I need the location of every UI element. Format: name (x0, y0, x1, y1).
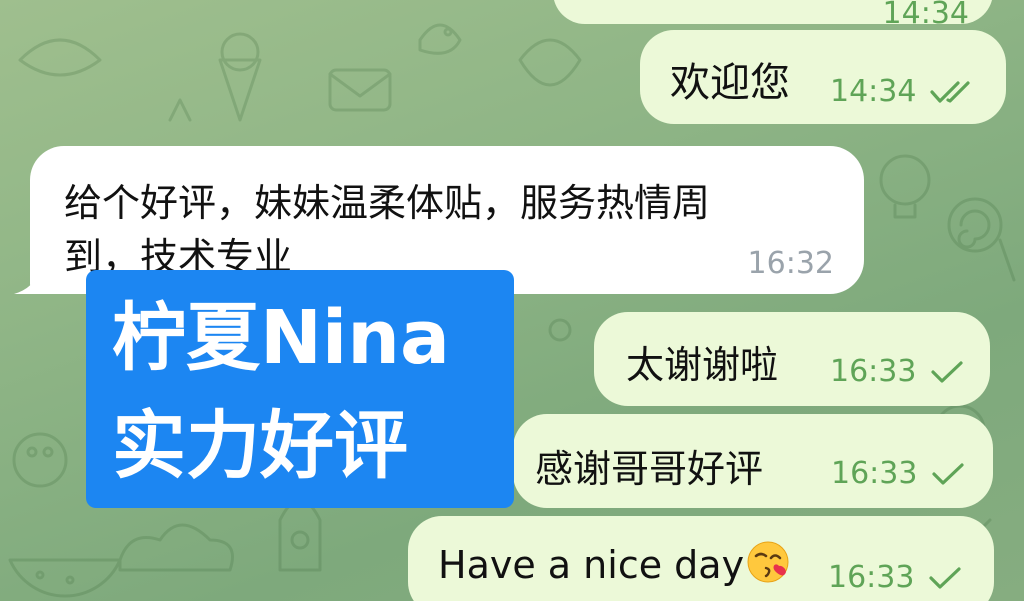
message-meta: 16:33 (831, 456, 965, 491)
message-meta: 14:34 (883, 0, 969, 31)
message-bubble-outgoing[interactable]: 欢迎您 14:34 (640, 30, 1006, 124)
message-text: 感谢哥哥好评 (535, 447, 764, 491)
check-icon (931, 462, 965, 486)
watermelon-icon (8, 558, 122, 598)
message-bubble-outgoing[interactable]: Have a nice day 16:33 (408, 516, 994, 601)
ice-cream-icon (218, 32, 262, 122)
promo-overlay-label: 柠夏Nina 实力好评 (86, 270, 514, 508)
message-bubble-outgoing[interactable]: 太谢谢啦 16:33 (594, 312, 990, 406)
message-meta: 16:32 (748, 246, 834, 281)
lightbulb-icon (879, 154, 931, 219)
message-meta: 14:34 (830, 74, 974, 109)
cloud-icon (118, 523, 234, 572)
message-meta: 16:33 (830, 354, 964, 389)
message-text-line: 给个好评，妹妹温柔体贴，服务热情周 (64, 181, 711, 225)
message-text-content: Have a nice day (438, 543, 745, 587)
rocket-icon (278, 498, 322, 572)
message-text: 太谢谢啦 (626, 343, 779, 387)
message-time: 16:33 (828, 560, 915, 595)
message-time: 16:33 (831, 456, 918, 491)
message-bubble-outgoing[interactable]: 感谢哥哥好评 16:33 (513, 414, 993, 508)
message-meta: 16:33 (828, 560, 962, 595)
envelope-icon (328, 68, 392, 112)
message-time: 14:34 (882, 0, 969, 31)
check-icon (928, 566, 962, 590)
overlay-line-2: 实力好评 (112, 403, 408, 489)
message-time: 16:33 (830, 354, 917, 389)
check-icon (930, 360, 964, 384)
message-time: 14:34 (830, 74, 917, 109)
bird-icon (418, 23, 462, 55)
message-bubble-outgoing[interactable]: 14:34 (553, 0, 993, 31)
message-text: 欢迎您 (670, 60, 790, 106)
double-check-icon (930, 80, 974, 104)
face-blowing-kiss-emoji (746, 540, 790, 584)
message-time: 16:32 (747, 246, 834, 281)
spiral-candy-icon (947, 197, 1016, 282)
message-text: Have a nice day (438, 540, 790, 587)
overlay-line-1: 柠夏Nina (112, 295, 450, 381)
